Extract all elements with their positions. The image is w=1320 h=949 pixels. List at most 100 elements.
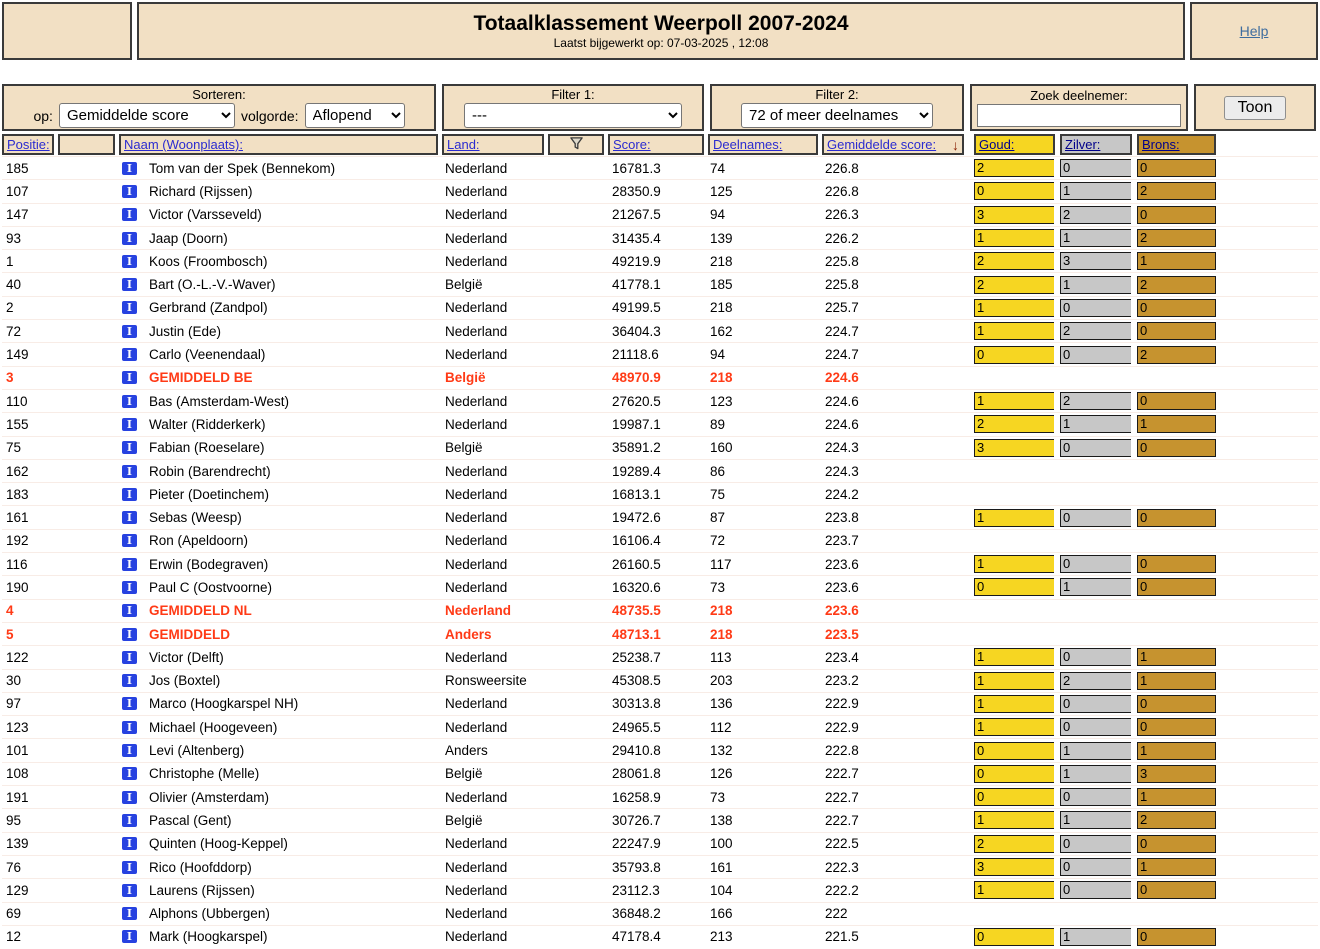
row-goud: 1: [974, 718, 1054, 737]
row-goud: 0: [974, 345, 1054, 364]
row-goud: 0: [974, 741, 1054, 760]
row-zilver: 0: [1060, 788, 1131, 807]
row-goud: 0: [974, 788, 1054, 807]
row-deelnames: 104: [710, 882, 733, 898]
row-gemiddelde: 226.2: [825, 230, 859, 246]
info-icon[interactable]: I: [122, 184, 137, 198]
info-icon[interactable]: I: [122, 930, 137, 944]
row-positie: 101: [6, 743, 29, 759]
column-header-brons[interactable]: Brons:: [1142, 137, 1180, 152]
top-left-empty-box: [2, 2, 132, 60]
info-icon[interactable]: I: [122, 907, 137, 921]
row-brons: 0: [1137, 927, 1216, 946]
info-icon[interactable]: I: [122, 650, 137, 664]
info-icon[interactable]: I: [122, 557, 137, 571]
row-land: Nederland: [445, 906, 508, 922]
info-icon[interactable]: I: [122, 254, 137, 268]
table-row: 12 I Mark (Hoogkarspel) Nederland 47178.…: [2, 924, 1318, 948]
row-brons: 2: [1137, 811, 1216, 830]
show-button-panel: Toon: [1194, 84, 1316, 131]
row-naam-cell: I Ron (Apeldoorn): [119, 533, 442, 548]
info-icon[interactable]: I: [122, 534, 137, 548]
info-icon[interactable]: I: [122, 161, 137, 175]
column-header-positie[interactable]: Positie:: [7, 137, 50, 152]
info-icon[interactable]: I: [122, 371, 137, 385]
info-icon[interactable]: I: [122, 860, 137, 874]
row-zilver: 1: [1060, 275, 1131, 294]
row-score: 21267.5: [612, 207, 661, 223]
row-name: Pascal (Gent): [149, 812, 232, 828]
row-name: Victor (Varsseveld): [149, 207, 262, 223]
filter1-title: Filter 1:: [551, 87, 595, 102]
row-brons: 0: [1137, 718, 1216, 737]
row-land: Nederland: [445, 929, 508, 945]
search-input[interactable]: [977, 104, 1181, 127]
column-header-gemiddelde-score[interactable]: Gemiddelde score:: [827, 137, 936, 152]
sort-descending-arrow-icon: ↓: [952, 136, 959, 153]
info-icon[interactable]: I: [122, 208, 137, 222]
column-header-zilver[interactable]: Zilver:: [1065, 137, 1100, 152]
row-goud: 1: [974, 298, 1054, 317]
show-button[interactable]: Toon: [1223, 95, 1287, 120]
column-header-goud[interactable]: Goud:: [979, 137, 1014, 152]
help-link[interactable]: Help: [1240, 23, 1269, 39]
row-brons: 0: [1137, 508, 1216, 527]
row-deelnames: 162: [710, 323, 733, 339]
info-icon[interactable]: I: [122, 767, 137, 781]
row-naam-cell: I Pieter (Doetinchem): [119, 487, 442, 502]
info-icon[interactable]: I: [122, 441, 137, 455]
sort-panel-title: Sorteren:: [192, 87, 246, 102]
row-land: Nederland: [445, 463, 508, 479]
row-deelnames: 74: [710, 160, 726, 176]
row-brons: 1: [1137, 858, 1216, 877]
sort-order-label: volgorde:: [240, 107, 299, 124]
info-icon[interactable]: I: [122, 674, 137, 688]
info-icon[interactable]: I: [122, 697, 137, 711]
land-filter-button[interactable]: [548, 134, 604, 155]
row-name: Christophe (Melle): [149, 766, 260, 782]
row-zilver: 1: [1060, 927, 1131, 946]
table-row: 155 I Walter (Ridderkerk) Nederland 1998…: [2, 412, 1318, 435]
info-icon[interactable]: I: [122, 813, 137, 827]
row-gemiddelde: 224.7: [825, 347, 859, 363]
table-row: 72 I Justin (Ede) Nederland 36404.3 162 …: [2, 319, 1318, 342]
info-icon[interactable]: I: [122, 231, 137, 245]
sort-order-select[interactable]: Aflopend: [304, 103, 405, 128]
sort-field-select[interactable]: Gemiddelde score: [58, 103, 235, 128]
row-positie: 12: [6, 929, 22, 945]
info-icon[interactable]: I: [122, 720, 137, 734]
info-icon[interactable]: I: [122, 883, 137, 897]
info-icon[interactable]: I: [122, 511, 137, 525]
table-row: 107 I Richard (Rijssen) Nederland 28350.…: [2, 179, 1318, 202]
row-land: Nederland: [445, 719, 508, 735]
info-icon[interactable]: I: [122, 627, 137, 641]
column-header-land[interactable]: Land:: [447, 137, 480, 152]
info-icon[interactable]: I: [122, 301, 137, 315]
table-row: 1 I Koos (Froombosch) Nederland 49219.9 …: [2, 249, 1318, 272]
row-goud: 2: [974, 275, 1054, 294]
column-header-score[interactable]: Score:: [613, 137, 651, 152]
row-score: 26160.5: [612, 556, 661, 572]
row-positie: 123: [6, 719, 29, 735]
info-icon[interactable]: I: [122, 604, 137, 618]
filter1-select[interactable]: ---: [464, 103, 682, 128]
info-icon[interactable]: I: [122, 487, 137, 501]
column-header-deelnames[interactable]: Deelnames:: [713, 137, 782, 152]
info-icon[interactable]: I: [122, 278, 137, 292]
filter2-select[interactable]: 72 of meer deelnames: [741, 103, 933, 128]
info-icon[interactable]: I: [122, 324, 137, 338]
row-gemiddelde: 223.6: [825, 556, 859, 572]
info-icon[interactable]: I: [122, 348, 137, 362]
row-score: 47178.4: [612, 929, 661, 945]
info-icon[interactable]: I: [122, 394, 137, 408]
row-gemiddelde: 222.8: [825, 743, 859, 759]
row-deelnames: 117: [710, 556, 732, 572]
row-score: 28061.8: [612, 766, 661, 782]
info-icon[interactable]: I: [122, 464, 137, 478]
column-header-naam[interactable]: Naam (Woonplaats):: [124, 137, 243, 152]
info-icon[interactable]: I: [122, 580, 137, 594]
info-icon[interactable]: I: [122, 790, 137, 804]
info-icon[interactable]: I: [122, 744, 137, 758]
info-icon[interactable]: I: [122, 417, 137, 431]
info-icon[interactable]: I: [122, 837, 137, 851]
